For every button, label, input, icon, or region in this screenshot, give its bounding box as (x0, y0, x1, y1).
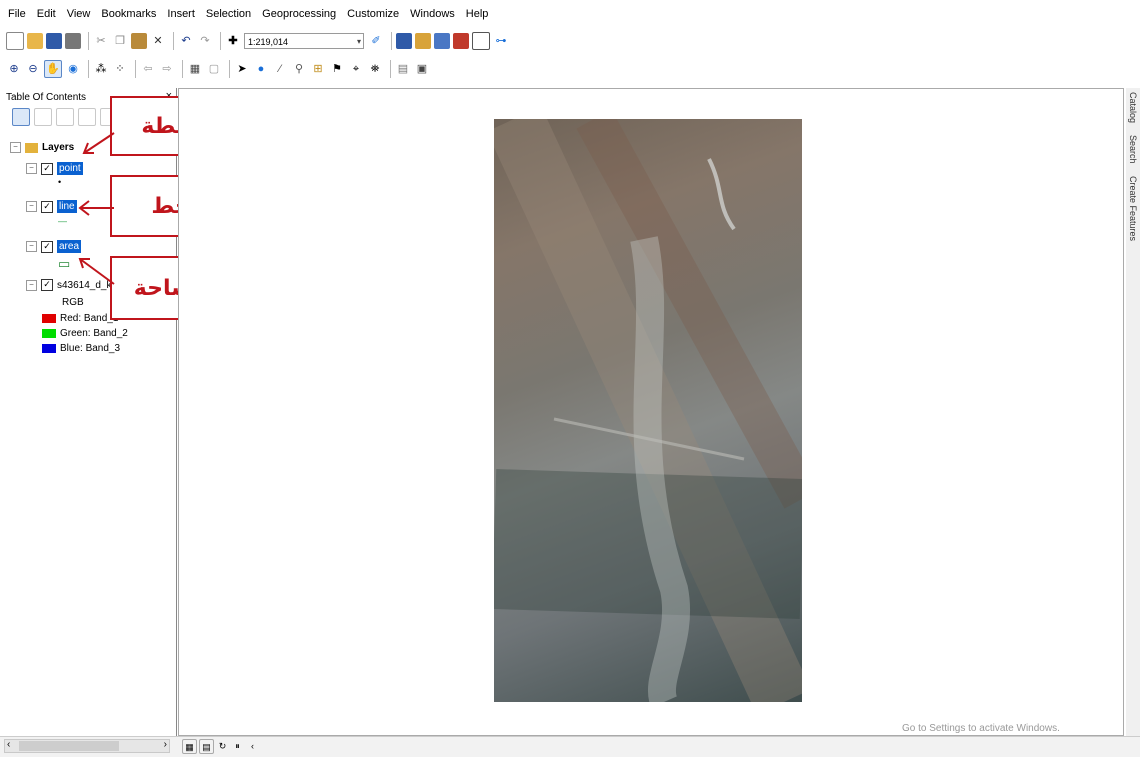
catalog-tab[interactable]: Catalog (1128, 92, 1138, 123)
raster-texture (494, 119, 802, 702)
editor-toolbar-icon[interactable]: ✐ (368, 33, 384, 49)
create-viewer-icon[interactable]: ▣ (414, 61, 430, 77)
data-view-icon[interactable]: ▦ (182, 739, 197, 754)
green-swatch (42, 329, 56, 338)
arctoolbox-icon[interactable] (453, 33, 469, 49)
toolbar-separator (391, 32, 392, 50)
chevron-down-icon[interactable]: ▾ (357, 34, 361, 50)
toolbar-separator (390, 60, 391, 78)
view-switch-buttons: ▦ ▤ ↻ ⏸ ‹ (182, 739, 261, 754)
search-tab[interactable]: Search (1128, 135, 1138, 164)
go-to-xy-icon[interactable]: ⛯ (367, 61, 383, 77)
map-view[interactable] (178, 88, 1124, 736)
python-window-icon[interactable] (472, 32, 490, 50)
menu-customize[interactable]: Customize (347, 8, 399, 20)
band-label: Blue: (60, 343, 83, 354)
satellite-raster-image (494, 119, 802, 702)
right-dock-tabs: Catalog Search Create Features (1128, 92, 1140, 382)
blue-swatch (42, 344, 56, 353)
arrow-to-area (79, 258, 115, 285)
time-slider-icon[interactable]: ▤ (395, 61, 411, 77)
toc-horizontal-scrollbar[interactable]: ‹ › (4, 739, 170, 753)
model-builder-icon[interactable]: ⊶ (493, 33, 509, 49)
html-popup-icon[interactable]: ⁄ (272, 61, 288, 77)
bottom-bar: ‹ › ▦ ▤ ↻ ⏸ ‹ (0, 736, 1140, 757)
pause-drawing-icon[interactable]: ⏸ (231, 739, 244, 752)
band-name: Band_3 (85, 343, 121, 354)
scroll-left-icon[interactable]: ‹ (7, 739, 10, 750)
map-scale-field[interactable]: 1:219,014 ▾ (244, 33, 364, 49)
menu-geoprocessing[interactable]: Geoprocessing (262, 8, 336, 20)
menu-help[interactable]: Help (466, 8, 489, 20)
layout-view-icon[interactable]: ▤ (199, 739, 214, 754)
measure-icon[interactable]: ⊞ (310, 61, 326, 77)
find-route-icon[interactable]: ⌖ (348, 61, 364, 77)
create-features-tab[interactable]: Create Features (1128, 176, 1138, 241)
catalog-window-icon[interactable] (415, 33, 431, 49)
scroll-thumb[interactable] (19, 741, 119, 751)
find-icon[interactable]: ⚑ (329, 61, 345, 77)
windows-activation-watermark: Go to Settings to activate Windows. (902, 723, 1060, 734)
menu-windows[interactable]: Windows (410, 8, 455, 20)
hyperlink-icon[interactable]: ⚲ (291, 61, 307, 77)
arrow-to-point (83, 132, 115, 154)
search-window-icon[interactable] (434, 33, 450, 49)
table-of-contents-icon[interactable] (396, 33, 412, 49)
scroll-right-icon[interactable]: › (164, 739, 167, 750)
band-blue: Blue: Band_3 (42, 343, 120, 354)
scroll-left-icon[interactable]: ‹ (246, 739, 259, 752)
refresh-icon[interactable]: ↻ (216, 739, 229, 752)
